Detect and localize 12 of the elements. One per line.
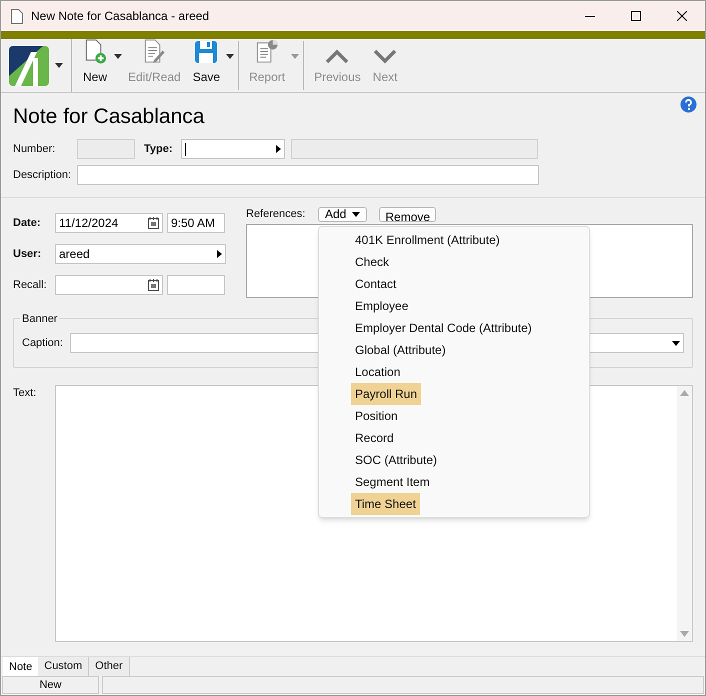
- field-label: References:: [246, 206, 306, 222]
- field-label: Caption:: [22, 336, 64, 351]
- field-label: Type:: [144, 142, 174, 157]
- window-title: New Note for Casablanca - areed: [31, 8, 210, 25]
- field-label: Number:: [13, 142, 56, 157]
- field-label: Recall:: [13, 278, 48, 293]
- page-heading: Note for Casablanca: [13, 104, 206, 130]
- field-label: Description:: [13, 168, 72, 183]
- field-label: User:: [13, 246, 42, 262]
- status-text: New: [2, 676, 99, 694]
- field-label: Date:: [13, 216, 42, 231]
- field-label: Text:: [13, 386, 38, 401]
